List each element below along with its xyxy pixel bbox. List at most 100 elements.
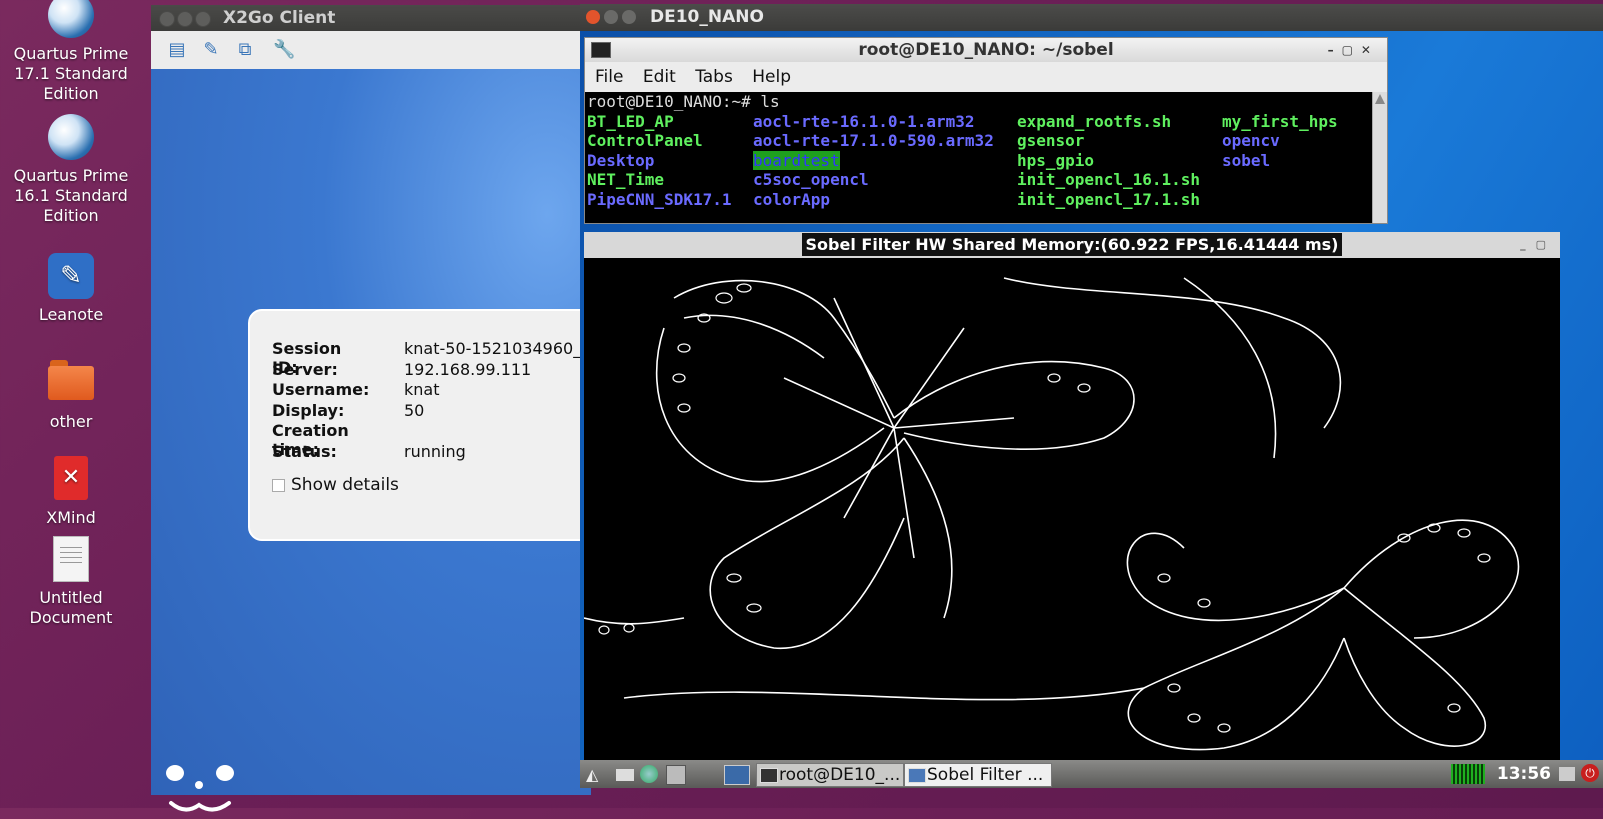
file-manager-icon[interactable] [616,769,634,781]
clock[interactable]: 13:56 [1497,762,1551,786]
ls-entry: NET_Time [587,170,665,189]
ls-entry: Desktop [587,150,655,170]
edit-session-icon[interactable]: ✎ [201,40,221,60]
terminal-scrollbar[interactable] [1372,92,1387,223]
new-session-icon[interactable]: ▤ [167,40,187,60]
desktop-icon-other[interactable]: other [6,356,136,432]
ls-entry: init_opencl_17.1.sh [1017,189,1201,209]
ls-entry: ControlPanel [587,131,703,150]
session-info-card: Session ID: knat-50-1521034960_s Server:… [248,309,602,541]
sobel-title: Sobel Filter HW Shared Memory:(60.922 FP… [801,233,1343,256]
desktop-icon-untitled-document[interactable]: Untitled Document [6,536,136,628]
server-value: 192.168.99.111 [404,360,532,379]
butterfly-edge-image [584,277,1520,751]
taskbar-sobel-button[interactable]: Sobel Filter ... [904,763,1052,787]
ls-entry: PipeCNN_SDK17.1 [587,189,732,209]
terminal-icon [760,768,778,783]
terminal-output[interactable]: root@DE10_NANO:~# ls BT_LED_AP ControlPa… [585,92,1373,223]
menu-edit[interactable]: Edit [643,67,676,87]
ls-entry: my_first_hps [1222,111,1338,131]
desktop-icon-label: other [49,412,93,431]
cpu-monitor-graph [1451,764,1485,784]
desktop-switch-icon[interactable] [666,765,686,785]
window-title: DE10_NANO [650,7,764,27]
sobel-edge-image [584,258,1560,780]
status-value: running [404,442,466,461]
display-value: 50 [404,401,425,420]
desktop-icon-quartus-17[interactable]: Quartus Prime 17.1 Standard Edition [6,0,136,104]
ls-entry: init_opencl_16.1.sh [1017,170,1201,189]
x2go-titlebar: X2Go Client [151,5,591,31]
minimize-button[interactable] [604,10,618,24]
menu-file[interactable]: File [595,67,623,87]
browser-globe-icon[interactable] [640,765,658,783]
close-button[interactable] [159,11,175,27]
window-title: X2Go Client [223,8,336,28]
desktop-icon-xmind[interactable]: ✕ XMind [6,456,136,528]
document-icon [47,536,95,584]
de10-nano-window: DE10_NANO root@DE10_NANO: ~/sobel –▢✕ Fi… [580,4,1603,788]
display-label: Display: [272,401,345,420]
ls-entry: sobel [1222,150,1271,170]
ls-entry: c5soc_opencl [753,170,869,189]
folder-icon [47,360,95,408]
ls-entry-highlighted: boardtest [753,150,840,170]
close-button[interactable] [586,10,600,24]
sobel-titlebar: Sobel Filter HW Shared Memory:(60.922 FP… [584,232,1560,258]
terminal-title: root@DE10_NANO: ~/sobel [858,40,1114,60]
x2go-panda-logo-icon [166,765,234,812]
username-label: Username: [272,380,370,399]
server-label: Server: [272,360,338,379]
show-details-label: Show details [291,475,399,495]
start-menu-icon[interactable]: ◭ [586,765,604,784]
ls-entry: gsensor [1017,131,1085,150]
terminal-menubar: File Edit Tabs Help [585,62,1387,92]
desktop-icon-label: Leanote [38,305,104,324]
desktop-icon-leanote[interactable]: ✎ Leanote [6,253,136,325]
x2go-background: Session ID: knat-50-1521034960_s Server:… [151,69,602,812]
desktop-icon-label: Quartus Prime 17.1 Standard Edition [13,44,129,103]
taskbar-terminal-button[interactable]: root@DE10_... [756,763,904,787]
terminal-window-controls[interactable]: –▢✕ [1328,38,1379,62]
ls-entry: BT_LED_AP [587,111,674,131]
ls-entry: hps_gpio [1017,150,1095,170]
sobel-window-controls[interactable]: _▢ [1520,232,1556,258]
ls-entry: aocl-rte-16.1.0-1.arm32 [753,111,975,131]
export-session-icon[interactable]: ⧉ [235,40,255,60]
quartus-icon [47,114,95,162]
terminal-prompt: root@DE10_NANO:~# ls [587,92,780,111]
terminal-titlebar: root@DE10_NANO: ~/sobel –▢✕ [585,38,1387,62]
desktop-icon-quartus-16[interactable]: Quartus Prime 16.1 Standard Edition [6,114,136,226]
remote-desktop: root@DE10_NANO: ~/sobel –▢✕ File Edit Ta… [580,31,1603,788]
ls-entry: opencv [1222,131,1280,150]
quartus-icon [47,0,95,40]
lxde-taskbar: ◭ root@DE10_... Sobel Filter ... 13:56 ⏻ [580,760,1603,788]
screen-lock-icon[interactable] [1559,767,1575,781]
leanote-icon: ✎ [47,253,95,301]
xmind-icon: ✕ [47,456,95,504]
session-id-value: knat-50-1521034960_s [404,339,590,358]
ls-entry: expand_rootfs.sh [1017,111,1172,131]
menu-tabs[interactable]: Tabs [695,67,733,87]
preferences-wrench-icon[interactable]: 🔧 [273,40,295,60]
maximize-button[interactable] [622,10,636,24]
ls-entry: colorApp [753,189,831,209]
terminal-icon [591,42,611,58]
terminal-window: root@DE10_NANO: ~/sobel –▢✕ File Edit Ta… [584,37,1388,224]
minimize-button[interactable] [177,11,193,27]
taskbar-label: Sobel Filter ... [927,765,1044,785]
x2go-toolbar: ▤ ✎ ⧉ 🔧 [151,31,591,70]
de10-nano-titlebar: DE10_NANO [580,4,1603,31]
checkbox-box[interactable] [272,478,285,492]
menu-help[interactable]: Help [752,67,791,87]
desktop-icon-label: XMind [46,508,96,527]
status-label: Status: [272,442,337,461]
taskbar-label: root@DE10_... [779,765,901,785]
power-icon[interactable]: ⏻ [1581,764,1599,782]
show-details-checkbox[interactable]: Show details [272,475,399,495]
username-value: knat [404,380,440,399]
desktop-icon-label: Untitled Document [29,588,113,627]
maximize-button[interactable] [195,11,211,27]
x2go-window: X2Go Client ▤ ✎ ⧉ 🔧 Session ID: knat-50-… [151,5,602,812]
workspace-icon[interactable] [724,765,750,785]
